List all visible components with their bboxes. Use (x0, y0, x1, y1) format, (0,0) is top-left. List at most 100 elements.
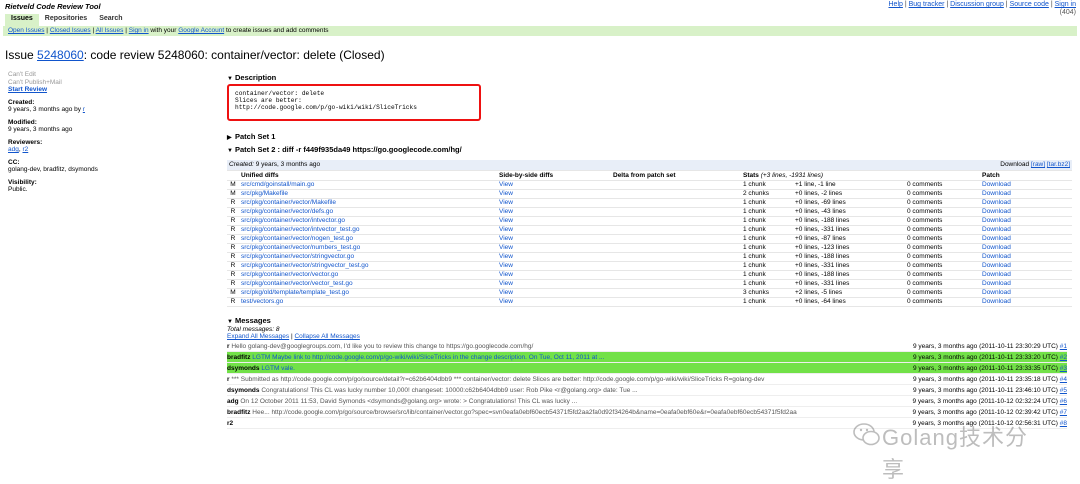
messages-toggle[interactable]: ▼ Messages (227, 315, 1072, 326)
message-item[interactable]: adg On 12 October 2011 11:53, David Symo… (227, 396, 1067, 407)
download-link[interactable]: Download (982, 181, 1011, 188)
file-link[interactable]: test/vectors.go (241, 298, 283, 305)
message-timestamp: 9 years, 3 months ago (2011-10-11 23:33:… (909, 351, 1067, 362)
view-link[interactable]: View (499, 181, 513, 188)
view-link[interactable]: View (499, 280, 513, 287)
all-issues-link[interactable]: All Issues (96, 27, 124, 34)
message-item[interactable]: dsymonds LGTM vale. 9 years, 3 months ago… (227, 362, 1067, 374)
view-link[interactable]: View (499, 190, 513, 197)
table-row: Rsrc/pkg/container/vector/intvector_test… (227, 225, 1072, 235)
download-link[interactable]: Download (982, 262, 1011, 269)
created-row: Created: 9 years, 3 months ago Download … (227, 160, 1072, 171)
message-item[interactable]: r *** Submitted as http://code.google.co… (227, 374, 1067, 385)
view-link[interactable]: View (499, 226, 513, 233)
line-stats: +0 lines, -188 lines (793, 270, 905, 280)
sign-in-link[interactable]: Sign in (1055, 1, 1076, 8)
message-number-link[interactable]: #5 (1060, 387, 1067, 394)
file-link[interactable]: src/pkg/container/vector/vector.go (241, 271, 338, 278)
file-link[interactable]: src/pkg/container/vector/intvector_test.… (241, 226, 360, 233)
file-link[interactable]: src/pkg/container/vector/stringvector_te… (241, 262, 369, 269)
download-link[interactable]: Download (982, 226, 1011, 233)
message-number-link[interactable]: #6 (1060, 398, 1067, 405)
message-item[interactable]: bradfitz LGTM Maybe link to http://code.… (227, 351, 1067, 363)
start-review-link[interactable]: Start Review (8, 86, 218, 94)
file-link[interactable]: src/pkg/container/vector/numbers_test.go (241, 244, 360, 251)
description-box: container/vector: delete Slices are bett… (227, 84, 481, 121)
view-link[interactable]: View (499, 253, 513, 260)
delta-cell (611, 189, 741, 199)
expand-all-link[interactable]: Expand All Messages (227, 333, 289, 340)
chunk-count: 2 chunks (741, 189, 793, 199)
collapse-all-link[interactable]: Collapse All Messages (294, 333, 359, 340)
download-link[interactable]: Download (982, 244, 1011, 251)
subnav-text-tail: to create issues and add comments (224, 27, 329, 34)
description-toggle[interactable]: ▼ Description (227, 72, 1072, 83)
table-row: Rsrc/pkg/container/vector/vector.go View 1… (227, 270, 1072, 280)
message-number-link[interactable]: #3 (1060, 365, 1067, 372)
file-link[interactable]: src/pkg/container/vector/defs.go (241, 208, 333, 215)
created-by-link[interactable]: r (83, 106, 85, 113)
file-link[interactable]: src/pkg/container/vector/nogen_test.go (241, 235, 353, 242)
download-link[interactable]: Download (982, 289, 1011, 296)
message-author: bradfitz (227, 353, 251, 361)
file-link[interactable]: src/pkg/old/template/template_test.go (241, 289, 349, 296)
view-link[interactable]: View (499, 271, 513, 278)
view-link[interactable]: View (499, 208, 513, 215)
view-link[interactable]: View (499, 244, 513, 251)
cant-edit-label: Can't Edit (8, 71, 36, 78)
bug-tracker-link[interactable]: Bug tracker (909, 1, 945, 8)
top-bar: Rietveld Code Review Tool Help | Bug tra… (0, 0, 1080, 16)
download-link[interactable]: Download (982, 235, 1011, 242)
issue-sidebar: Can't Edit Can't Publish+Mail Start Revi… (8, 71, 218, 194)
issue-number-link[interactable]: 5248060 (37, 48, 84, 62)
download-link[interactable]: Download (982, 208, 1011, 215)
download-tar-link[interactable]: [tar.bz2] (1047, 161, 1070, 168)
tab-search[interactable]: Search (93, 14, 128, 26)
tab-issues[interactable]: Issues (5, 14, 39, 26)
message-item[interactable]: r Hello golang-dev@googlegroups.com, I'd… (227, 341, 1067, 352)
download-link[interactable]: Download (982, 217, 1011, 224)
download-link[interactable]: Download (982, 253, 1011, 260)
view-link[interactable]: View (499, 235, 513, 242)
file-link[interactable]: src/pkg/container/vector/vector_test.go (241, 280, 353, 287)
file-link[interactable]: src/pkg/container/vector/Makefile (241, 199, 336, 206)
view-link[interactable]: View (499, 199, 513, 206)
file-link[interactable]: src/pkg/container/vector/stringvector.go (241, 253, 354, 260)
patch-set-2-toggle[interactable]: ▼ Patch Set 2 : diff -r f449f935da49 http… (227, 144, 1072, 155)
line-stats: +0 lines, -43 lines (793, 207, 905, 217)
message-snippet: Congratulations! This CL was lucky numbe… (259, 386, 638, 394)
discussion-group-link[interactable]: Discussion group (950, 1, 1004, 8)
google-account-link[interactable]: Google Account (178, 27, 224, 34)
download-raw-link[interactable]: [raw] (1031, 161, 1045, 168)
message-number-link[interactable]: #4 (1060, 376, 1067, 383)
file-link[interactable]: src/pkg/Makefile (241, 190, 288, 197)
open-issues-link[interactable]: Open Issues (8, 27, 45, 34)
view-link[interactable]: View (499, 217, 513, 224)
message-number-link[interactable]: #2 (1060, 354, 1067, 361)
download-link[interactable]: Download (982, 190, 1011, 197)
comment-count: 0 comments (905, 207, 980, 217)
page-title: Issue 5248060: code review 5248060: cont… (5, 48, 385, 62)
view-link[interactable]: View (499, 289, 513, 296)
file-link[interactable]: src/pkg/container/vector/intvector.go (241, 217, 345, 224)
download-link[interactable]: Download (982, 271, 1011, 278)
view-link[interactable]: View (499, 298, 513, 305)
message-number-link[interactable]: #8 (1060, 420, 1067, 427)
closed-issues-link[interactable]: Closed Issues (50, 27, 91, 34)
reviewer-r2-link[interactable]: r2 (22, 146, 28, 153)
help-link[interactable]: Help (889, 1, 903, 8)
subnav-sign-in-link[interactable]: Sign in (129, 27, 149, 34)
view-link[interactable]: View (499, 262, 513, 269)
message-number-link[interactable]: #1 (1060, 343, 1067, 350)
file-link[interactable]: src/cmd/goinstall/main.go (241, 181, 314, 188)
patch-set-1-toggle[interactable]: ▶ Patch Set 1 (227, 131, 1072, 142)
download-link[interactable]: Download (982, 280, 1011, 287)
message-number-link[interactable]: #7 (1060, 409, 1067, 416)
reviewer-adg-link[interactable]: adg (8, 146, 19, 153)
download-link[interactable]: Download (982, 199, 1011, 206)
source-code-link[interactable]: Source code (1010, 1, 1049, 8)
tab-repositories[interactable]: Repositories (39, 14, 93, 26)
line-stats: +0 lines, -64 lines (793, 297, 905, 307)
download-link[interactable]: Download (982, 298, 1011, 305)
message-item[interactable]: dsymonds Congratulations! This CL was lu… (227, 385, 1067, 396)
